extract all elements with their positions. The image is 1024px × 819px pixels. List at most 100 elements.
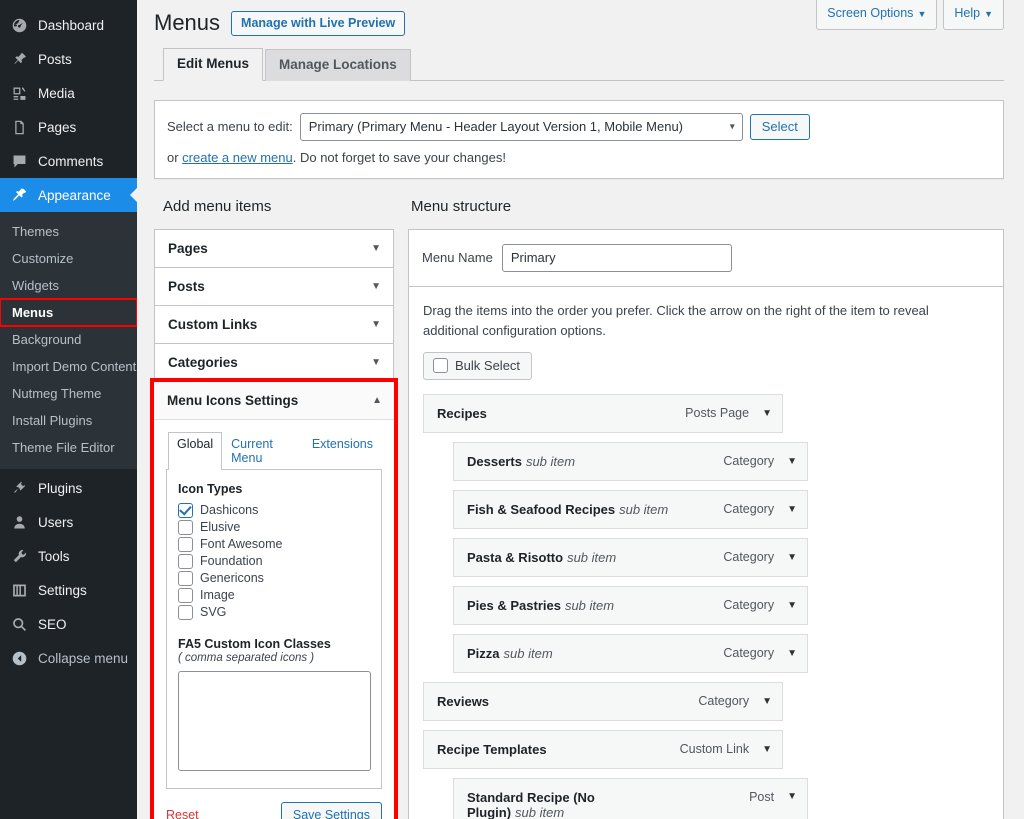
chevron-down-icon: ▼ (371, 280, 381, 292)
menu-select-row: Select a menu to edit: Primary (Primary … (167, 112, 991, 141)
checkbox-font-awesome[interactable] (178, 536, 193, 552)
appearance-brush-icon (9, 185, 29, 205)
sidebar-item-posts[interactable]: Posts (0, 42, 137, 76)
select-button[interactable]: Select (749, 113, 810, 140)
sidebar-label: Users (38, 514, 74, 530)
sidebar-item-plugins[interactable]: Plugins (0, 471, 137, 505)
checkbox-dashicons[interactable] (178, 502, 193, 518)
sidebar-item-widgets[interactable]: Widgets (0, 272, 137, 299)
manage-with-live-preview-button[interactable]: Manage with Live Preview (231, 10, 406, 36)
menu-item-sub-label: sub item (567, 549, 617, 565)
chevron-down-icon[interactable]: ▼ (787, 648, 797, 659)
chevron-down-icon[interactable]: ▼ (787, 600, 797, 611)
fa5-custom-icon-classes-heading: FA5 Custom Icon Classes (178, 636, 331, 651)
menu-select-dropdown[interactable]: Primary (Primary Menu - Header Layout Ve… (299, 112, 743, 141)
menu-item-title: Fish & Seafood Recipes (467, 501, 616, 517)
sidebar-item-import-demo-content[interactable]: Import Demo Content (0, 353, 137, 380)
fa5-custom-icon-classes-textarea[interactable] (178, 670, 371, 771)
menu-item-pizza[interactable]: Pizza sub item Category ▼ (453, 633, 808, 673)
chevron-down-icon[interactable]: ▼ (787, 456, 797, 467)
checkbox-row-font-awesome[interactable]: Font Awesome (178, 536, 371, 552)
sidebar-item-themes[interactable]: Themes (0, 218, 137, 245)
sidebar-item-pages[interactable]: Pages (0, 110, 137, 144)
help-button[interactable]: Help ▼ (943, 0, 1004, 30)
sidebar-item-background[interactable]: Background (0, 326, 137, 353)
menu-name-input[interactable] (501, 243, 732, 272)
chevron-down-icon[interactable]: ▼ (787, 552, 797, 563)
screen-options-button[interactable]: Screen Options ▼ (816, 0, 938, 30)
menu-item-title-wrap: Fish & Seafood Recipes sub item (467, 502, 668, 517)
checkbox-svg[interactable] (178, 604, 193, 620)
chevron-down-icon[interactable]: ▼ (787, 791, 797, 802)
checkbox-label: Foundation (200, 554, 263, 569)
sidebar-item-users[interactable]: Users (0, 505, 137, 539)
sidebar-item-appearance[interactable]: Appearance (0, 178, 137, 212)
menu-item-title: Desserts (467, 453, 522, 469)
menu-item-desserts[interactable]: Desserts sub item Category ▼ (453, 441, 808, 481)
sidebar-item-dashboard[interactable]: Dashboard (0, 8, 137, 42)
sidebar-item-install-plugins[interactable]: Install Plugins (0, 407, 137, 434)
sidebar-item-tools[interactable]: Tools (0, 539, 137, 573)
sidebar-item-menus[interactable]: Menus (0, 298, 137, 327)
pin-icon (9, 49, 29, 69)
menu-items-list: Recipes Posts Page ▼ Desserts sub item C… (409, 393, 1003, 819)
save-settings-button[interactable]: Save Settings (280, 801, 382, 819)
sidebar-item-media[interactable]: Media (0, 76, 137, 110)
checkbox-genericons[interactable] (178, 570, 193, 586)
checkbox-label: Dashicons (200, 503, 259, 518)
menu-item-title: Pizza (467, 645, 500, 661)
chevron-down-icon: ▼ (984, 9, 993, 19)
sidebar-item-comments[interactable]: Comments (0, 144, 137, 178)
sidebar-label: Pages (38, 119, 77, 135)
menu-item-reviews[interactable]: Reviews Category ▼ (423, 681, 783, 721)
checkbox-elusive[interactable] (178, 519, 193, 535)
checkbox-row-dashicons[interactable]: Dashicons (178, 502, 371, 518)
menu-item-type: Category (723, 502, 775, 517)
tab-extensions[interactable]: Extensions (303, 432, 382, 470)
menu-item-standard-recipe-no-plugin[interactable]: Standard Recipe (No Plugin) sub item Post… (453, 777, 808, 819)
tab-edit-menus[interactable]: Edit Menus (163, 48, 264, 81)
checkbox-bulk-select[interactable] (433, 357, 448, 373)
chevron-down-icon[interactable]: ▼ (762, 408, 772, 419)
reset-link[interactable]: Reset (166, 808, 199, 819)
checkbox-row-foundation[interactable]: Foundation (178, 553, 371, 569)
sidebar-item-seo[interactable]: SEO (0, 607, 137, 641)
sidebar-item-theme-file-editor[interactable]: Theme File Editor (0, 434, 137, 461)
checkbox-row-elusive[interactable]: Elusive (178, 519, 371, 535)
accordion-custom-links-header[interactable]: Custom Links ▼ (155, 305, 393, 343)
screen-options-label: Screen Options (827, 6, 914, 20)
chevron-down-icon[interactable]: ▼ (762, 744, 772, 755)
create-a-new-menu-link[interactable]: create a new menu (182, 150, 293, 165)
tab-current-menu[interactable]: Current Menu (222, 432, 303, 470)
sidebar-item-settings[interactable]: Settings (0, 573, 137, 607)
accordion-posts-header[interactable]: Posts ▼ (155, 267, 393, 305)
menu-icons-settings-header[interactable]: Menu Icons Settings ▲ (154, 381, 394, 420)
menu-item-pies-pastries[interactable]: Pies & Pastries sub item Category ▼ (453, 585, 808, 625)
checkbox-image[interactable] (178, 587, 193, 603)
menu-item-recipe-templates[interactable]: Recipe Templates Custom Link ▼ (423, 729, 783, 769)
checkbox-row-image[interactable]: Image (178, 587, 371, 603)
tab-manage-locations[interactable]: Manage Locations (265, 49, 411, 81)
sidebar-label: SEO (38, 616, 67, 632)
menu-item-recipes[interactable]: Recipes Posts Page ▼ (423, 393, 783, 433)
bulk-select-toggle[interactable]: Bulk Select (423, 351, 533, 380)
menu-structure-column: Menu structure Menu Name Drag the items … (408, 196, 1004, 819)
accordion-pages: Pages ▼ (155, 229, 393, 268)
checkbox-row-svg[interactable]: SVG (178, 604, 371, 620)
menu-item-fish-seafood-recipes[interactable]: Fish & Seafood Recipes sub item Category … (453, 489, 808, 529)
chevron-down-icon[interactable]: ▼ (762, 696, 772, 707)
accordion-label: Posts (168, 278, 205, 294)
tab-global[interactable]: Global (168, 431, 223, 470)
accordion-pages-header[interactable]: Pages ▼ (155, 229, 393, 267)
menu-item-title: Recipes (437, 405, 487, 421)
chevron-down-icon[interactable]: ▼ (787, 504, 797, 515)
menu-item-title-wrap: Recipes (437, 406, 487, 421)
checkbox-foundation[interactable] (178, 553, 193, 569)
sidebar-item-collapse-menu[interactable]: Collapse menu (0, 641, 137, 675)
tools-wrench-icon (9, 546, 29, 566)
menu-item-pasta-risotto[interactable]: Pasta & Risotto sub item Category ▼ (453, 537, 808, 577)
sidebar-item-nutmeg-theme[interactable]: Nutmeg Theme (0, 380, 137, 407)
accordion-categories-header[interactable]: Categories ▼ (155, 343, 393, 381)
checkbox-row-genericons[interactable]: Genericons (178, 570, 371, 586)
sidebar-item-customize[interactable]: Customize (0, 245, 137, 272)
